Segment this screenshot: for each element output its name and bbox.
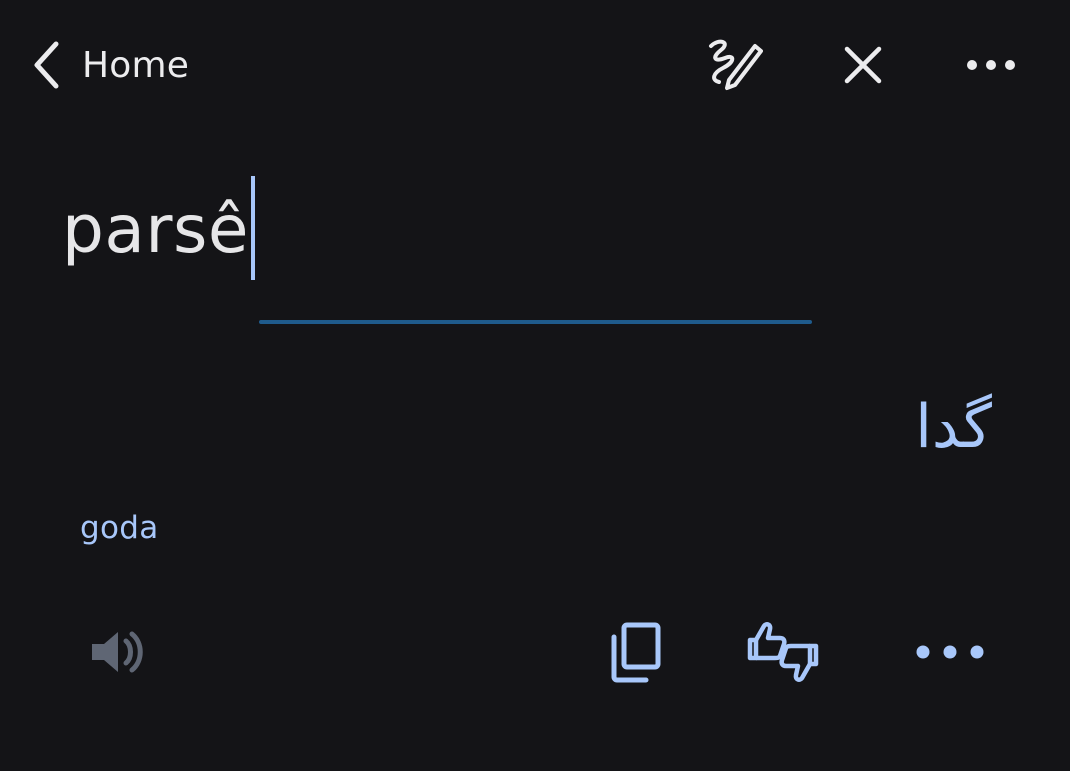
close-button[interactable]	[832, 34, 894, 96]
source-text: parsê	[62, 191, 249, 268]
input-underline	[259, 320, 812, 324]
chevron-left-icon	[30, 40, 62, 90]
source-text-field[interactable]: parsê	[62, 175, 255, 286]
header-more-button[interactable]	[960, 34, 1022, 96]
back-label: Home	[82, 44, 190, 86]
text-caret	[250, 175, 255, 280]
rate-translation-button[interactable]	[743, 612, 823, 692]
speaker-icon	[86, 626, 146, 678]
listen-button[interactable]	[76, 612, 156, 692]
more-horizontal-icon	[914, 643, 986, 661]
top-bar: Home	[0, 0, 1070, 130]
back-button[interactable]: Home	[30, 38, 189, 92]
source-input-area[interactable]: parsê	[58, 170, 958, 330]
copy-icon	[606, 619, 664, 685]
result-more-button[interactable]	[910, 612, 990, 692]
thumbs-up-down-icon	[744, 618, 822, 686]
handwriting-icon	[705, 36, 763, 94]
transliteration-text: goda	[80, 510, 159, 546]
close-icon	[843, 45, 883, 85]
copy-button[interactable]	[595, 612, 675, 692]
translation-text: گدا	[915, 392, 992, 462]
handwriting-button[interactable]	[703, 34, 765, 96]
more-horizontal-icon	[965, 58, 1017, 72]
